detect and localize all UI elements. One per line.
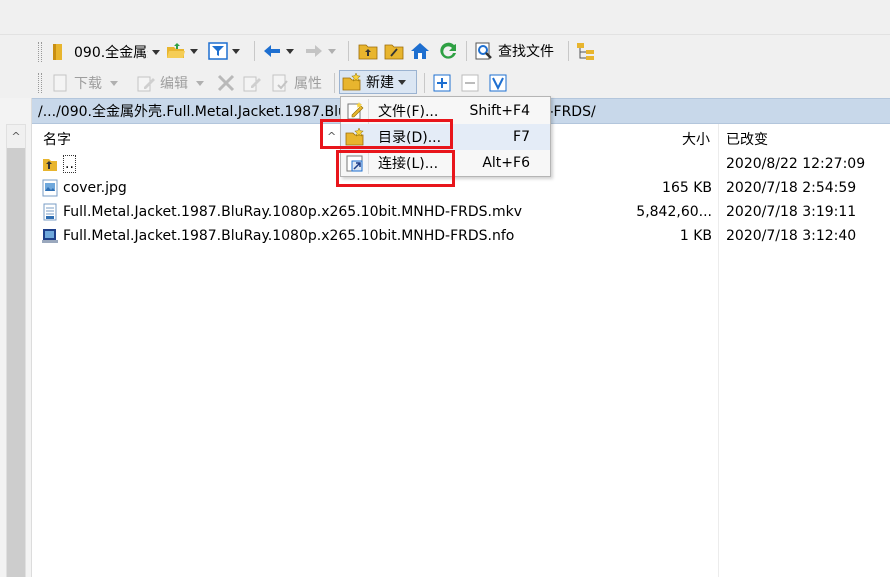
new-file-icon <box>345 101 365 121</box>
arrow-right-icon <box>304 41 324 61</box>
delete-button <box>216 71 236 95</box>
search-icon <box>474 41 494 61</box>
invert-icon <box>488 73 508 93</box>
invert-selection-button[interactable] <box>488 71 508 95</box>
chevron-down-icon <box>196 80 204 86</box>
properties-label: 属性 <box>294 76 322 92</box>
separator <box>348 41 349 61</box>
video-file-icon <box>41 203 59 221</box>
column-header-name[interactable]: 名字 <box>43 124 71 154</box>
toolbar-grip[interactable] <box>38 73 42 93</box>
download-button: 下载 <box>50 71 118 95</box>
path-combo[interactable]: 090.全金属外壳 <box>44 40 160 64</box>
separator <box>568 41 569 61</box>
tree-view-button[interactable] <box>576 39 596 63</box>
folder-icon <box>50 42 70 62</box>
scroll-up-icon[interactable]: ^ <box>6 127 26 145</box>
column-header-modified[interactable]: 已改变 <box>726 124 768 154</box>
refresh-button[interactable] <box>438 39 458 63</box>
scrollbar-thumb[interactable] <box>7 148 25 577</box>
select-button[interactable] <box>432 71 452 95</box>
highlight-box-directory <box>320 119 453 149</box>
home-button[interactable] <box>410 39 430 63</box>
toolbar-grip[interactable] <box>38 42 42 62</box>
open-folder-icon <box>166 41 186 61</box>
tree-icon <box>576 41 596 61</box>
properties-button: 属性 <box>270 71 322 95</box>
chevron-down-icon[interactable] <box>152 49 160 55</box>
refresh-icon <box>438 41 458 61</box>
filter-button[interactable] <box>208 39 240 63</box>
unselect-button <box>460 71 480 95</box>
chevron-down-icon[interactable] <box>286 48 294 54</box>
nfo-file-icon <box>41 227 59 245</box>
edit-icon <box>136 73 156 93</box>
new-folder-star-icon <box>342 72 362 92</box>
column-header-size[interactable]: 大小 <box>682 124 710 154</box>
chevron-down-icon[interactable] <box>232 48 240 54</box>
root-directory-button[interactable] <box>384 39 404 63</box>
path-combo-text: 090.全金属外壳 <box>74 45 148 61</box>
separator <box>254 41 255 61</box>
new-button[interactable]: 新建 <box>339 70 417 94</box>
back-button[interactable] <box>262 39 294 63</box>
separator <box>424 73 425 93</box>
minus-icon <box>460 73 480 93</box>
download-label: 下载 <box>74 76 102 92</box>
home-icon <box>410 41 430 61</box>
new-label: 新建 <box>366 75 394 91</box>
chevron-down-icon[interactable] <box>398 79 406 85</box>
separator <box>334 73 335 93</box>
find-files-button[interactable]: 查找文件 <box>474 39 554 63</box>
rename-button <box>242 71 262 95</box>
table-row[interactable]: Full.Metal.Jacket.1987.BluRay.1080p.x265… <box>36 200 890 224</box>
file-list[interactable]: 名字 ^ 大小 已改变 .. 2020/8/22 12:27:09 cover.… <box>36 124 890 577</box>
open-folder-button[interactable] <box>166 39 198 63</box>
plus-icon <box>432 73 452 93</box>
parent-directory-button[interactable] <box>358 39 378 63</box>
chevron-down-icon <box>328 48 336 54</box>
title-band <box>0 0 890 34</box>
find-files-label: 查找文件 <box>498 44 554 60</box>
properties-icon <box>270 73 290 93</box>
root-folder-icon <box>384 41 404 61</box>
chevron-down-icon[interactable] <box>190 48 198 54</box>
image-file-icon <box>41 179 59 197</box>
chevron-down-icon <box>110 80 118 86</box>
parent-folder-icon <box>41 155 59 173</box>
delete-icon <box>216 73 236 93</box>
parent-folder-icon <box>358 41 378 61</box>
table-row[interactable]: cover.jpg 165 KB 2020/7/18 2:54:59 <box>36 176 890 200</box>
separator <box>466 41 467 61</box>
download-icon <box>50 73 70 93</box>
arrow-left-icon <box>262 41 282 61</box>
filter-icon <box>208 41 228 61</box>
highlight-box-link <box>336 150 455 187</box>
forward-button <box>304 39 336 63</box>
rename-icon <box>242 73 262 93</box>
table-row[interactable]: Full.Metal.Jacket.1987.BluRay.1080p.x265… <box>36 224 890 248</box>
edit-button: 编辑 <box>136 71 204 95</box>
edit-label: 编辑 <box>160 76 188 92</box>
